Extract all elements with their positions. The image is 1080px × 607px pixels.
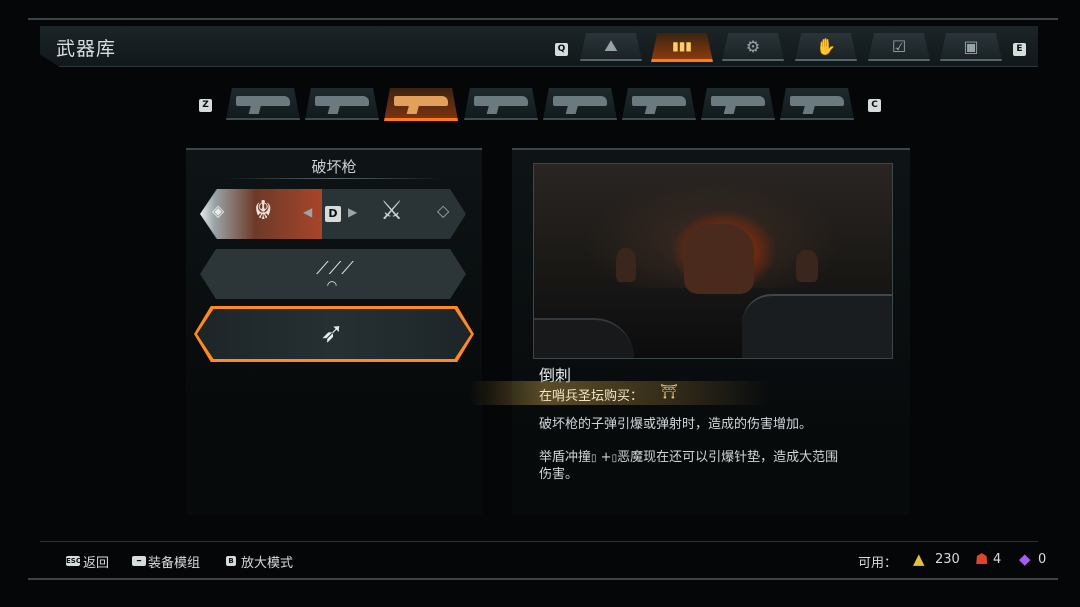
map-icon: ⛰ (604, 36, 618, 55)
preview-demon-left (616, 248, 636, 282)
mouse-left-icon: ▯ (591, 453, 597, 464)
sentinel-icon: ▲ (913, 550, 925, 568)
shotgun-icon (236, 96, 290, 106)
mod-description: 破坏枪的子弹引爆或弹射时，造成的伤害增加。 (539, 417, 813, 432)
preview-weapon (742, 294, 892, 358)
tab-upgrades[interactable]: ⚙ (722, 33, 784, 61)
crystal-count: 0 (1038, 552, 1047, 567)
rocket-icon (711, 96, 765, 106)
tab-arsenal[interactable]: ▮▮▮ (651, 33, 713, 62)
weapon-tab-chaingun[interactable] (780, 88, 854, 120)
preview-demon-main (684, 224, 754, 294)
demon-detonate-text: 恶魔现在还可以引爆针垫，造成大范围 (617, 450, 839, 465)
equip-mod-button[interactable]: 装备模组 (148, 552, 200, 571)
prev-weapon-key[interactable]: Z (199, 99, 212, 112)
chaingun-icon (790, 96, 844, 106)
weapon-name: 破坏枪 (311, 158, 357, 176)
weapon-tab-shredder[interactable] (384, 88, 458, 121)
page-title: 武器库 (56, 38, 117, 60)
footer-divider (40, 541, 1038, 542)
title-divider (224, 178, 444, 179)
crystal-icon: ◆ (1019, 550, 1031, 568)
codex-icon: ✋ (816, 36, 836, 56)
ammo-icon: ▮▮▮ (672, 39, 692, 53)
back-key[interactable]: ESC (66, 556, 81, 566)
dossier-icon: ▣ (963, 36, 979, 56)
weapon-tab-shotgun[interactable] (226, 88, 300, 120)
gauge-icon: ◠ (326, 278, 338, 292)
back-button[interactable]: 返回 (83, 552, 109, 571)
demon-core-icon: ☗ (975, 550, 989, 568)
barb-spike-icon: ➶ (320, 316, 344, 349)
shredder-icon (394, 96, 448, 106)
tab-map[interactable]: ⛰ (580, 33, 642, 61)
mod-description-end: 伤害。 (539, 467, 579, 482)
weapon-tab-cannon[interactable] (622, 88, 696, 120)
shield-charge-text: 举盾冲撞 (539, 450, 592, 465)
impaled-figure-icon: ⚔ (380, 196, 404, 226)
mod-preview-image (533, 163, 893, 359)
bolts-speed-icon: ⟋⟋⟋ (316, 258, 354, 279)
weapon-tab-super-shotgun[interactable] (305, 88, 379, 120)
zoom-mode-button[interactable]: 放大模式 (241, 552, 293, 571)
super-shotgun-icon (315, 96, 369, 106)
gear-icon: ⚙ (745, 36, 761, 56)
arrow-right-icon: ▶ (348, 205, 358, 219)
available-label: 可用： (858, 556, 898, 571)
demon-core-count: 4 (993, 552, 1002, 567)
sentinel-count: 230 (935, 552, 960, 567)
selected-diamond-icon: ◈ (212, 201, 225, 220)
plus-text: + (600, 450, 612, 465)
switch-mod-key[interactable]: D (325, 206, 341, 222)
mod-description-extra: 举盾冲撞▯ +▯恶魔现在还可以引爆针垫，造成大范围 (539, 450, 889, 467)
preview-demon-right (796, 250, 818, 282)
unselected-diamond-icon: ◇ (437, 201, 450, 220)
checklist-icon: ☑ (891, 36, 907, 56)
weapon-tab-plasma[interactable] (543, 88, 617, 120)
zoom-key[interactable]: B (226, 556, 236, 566)
top-frame-line (28, 18, 1058, 26)
cannon-icon (632, 96, 686, 106)
equip-key[interactable]: ━ (132, 556, 146, 566)
purchase-text: 在哨兵圣坛购买： (539, 389, 644, 404)
altar-icon: ⛩ (660, 384, 678, 400)
tab-challenges[interactable]: ☑ (868, 33, 930, 61)
bottom-frame-line (28, 578, 1058, 580)
tab-codex[interactable]: ✋ (795, 33, 857, 61)
prev-tab-key[interactable]: Q (555, 43, 568, 56)
arrow-left-icon: ◀ (303, 205, 313, 219)
next-weapon-key[interactable]: C (868, 99, 881, 112)
demon-figure-icon: ☬ (254, 196, 273, 226)
weapon-tab-rocket[interactable] (701, 88, 775, 120)
weapon-tab-rifle[interactable] (464, 88, 538, 120)
plasma-icon (553, 96, 607, 106)
rifle-icon (474, 96, 528, 106)
next-tab-key[interactable]: E (1013, 43, 1026, 56)
tab-dossier[interactable]: ▣ (940, 33, 1002, 61)
